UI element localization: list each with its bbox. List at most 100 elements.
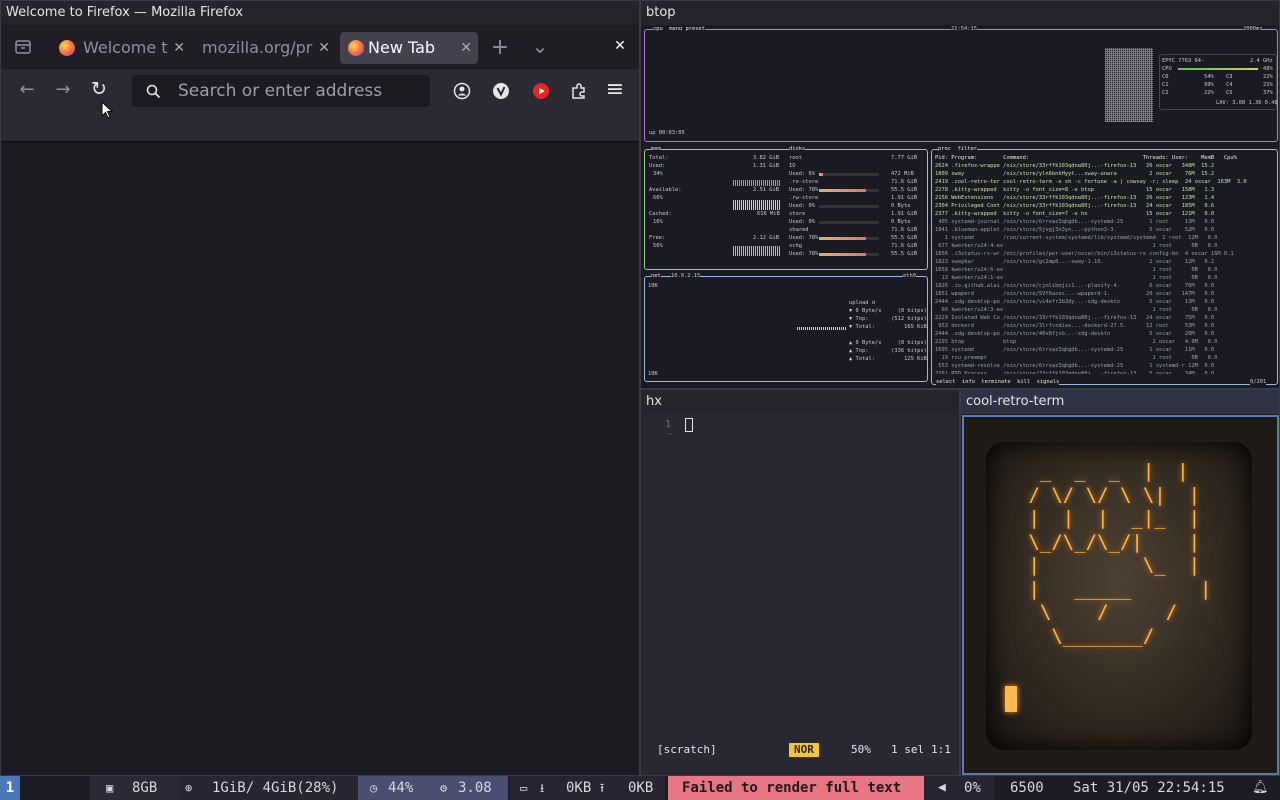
refresh-rate: 2000ms (1243, 25, 1263, 33)
cool-retro-term-window: cool-retro-term _ _ _ | | / \/ \/ \ \| |… (960, 389, 1280, 776)
cpu-box: cpu menu preset 22:54:15 2000ms EPYC 776… (644, 25, 1278, 142)
disk-size: 1.91 GiB (891, 211, 917, 217)
ram-icon: ▣ (106, 781, 114, 795)
process-row[interactable]: 1058 kworker/u24:6-ev 1 root 0B 0.0 (935, 266, 1217, 274)
status-bar: 1 ▣ 8GB ⊕ 1GiB/ 4GiB(28%) ◷ 44% ⚙ 3.08 ▭… (0, 776, 1280, 800)
upload-value: 0KB (628, 780, 654, 796)
process-row[interactable]: 13 kworker/u24:1-ev 1 root 0B 0.0 (935, 274, 1217, 282)
net-stat: ▲ Top: (336 bitps) (849, 348, 927, 354)
text-cursor[interactable] (685, 418, 693, 432)
process-row[interactable]: 2419 .cool-retro-ter cool-retro-term -e … (935, 178, 1247, 186)
process-row[interactable]: 2156 WebExtensions /nix/store/33rffk103q… (935, 194, 1214, 202)
workspace-1-button[interactable]: 1 (0, 776, 20, 800)
cpu-value: 44% (388, 780, 414, 796)
process-row[interactable]: 2278 .kitty-wrapped kitty -o font_size=8… (935, 186, 1214, 194)
core-label: C0 (1162, 74, 1169, 80)
firefox-window: Welcome to Firefox — Mozilla Firefox Wel… (0, 0, 640, 776)
mem-label: Free: (649, 235, 666, 241)
window-title: btop (641, 1, 1279, 25)
process-row[interactable]: 2444 .xdg-desktop-po /nix/store/40v8fjvb… (935, 330, 1214, 338)
process-row[interactable]: 1856 .i3status-rs-wr /etc/profiles/per-u… (935, 250, 1234, 258)
process-row[interactable]: 2229 Isolated Web Co /nix/store/33rffk10… (935, 314, 1214, 322)
process-row[interactable]: 1851 wpaperd /nix/store/5Vf6asoc...-wpap… (935, 290, 1214, 298)
process-row[interactable]: 2444 .xdg-desktop-po /nix/store/vi4efr3b… (935, 298, 1214, 306)
cpu-row-pct: 48% (1263, 66, 1273, 72)
menu-button[interactable]: ≡ (604, 77, 626, 102)
net-interface: eth0 (903, 272, 916, 280)
process-row[interactable]: 553 systemd-resolve /nix/store/6rrvaz3qb… (935, 362, 1214, 370)
extensions-puzzle-icon[interactable] (570, 82, 588, 100)
net-box: net 10.0.2.15 eth0 10K 10K upload d ▼ 0 B… (644, 272, 928, 382)
new-tab-button[interactable]: + (489, 35, 511, 60)
net-stat: ▼ Total: 165 KiB (849, 324, 927, 330)
notification-bell-icon[interactable]: 🔔︎ (1252, 776, 1272, 800)
disk-name: shared (789, 227, 809, 233)
back-button[interactable]: ← (16, 79, 38, 100)
cpu-model: EPYC 7763 64- (1162, 58, 1205, 64)
firefox-view-icon[interactable] (13, 37, 33, 57)
process-row[interactable]: 677 kworker/u24:4-ev 1 root 0B 0.0 (935, 242, 1217, 250)
mem-label: Total: (649, 155, 669, 161)
close-tab-icon[interactable]: ✕ (460, 32, 472, 64)
datetime: Sat 31/05 22:54:15 (1073, 780, 1225, 796)
empty-line-marker: ~ (667, 429, 674, 440)
volume-module[interactable]: ◀ 0% (924, 776, 994, 800)
reload-button[interactable]: ↻ (88, 78, 110, 100)
process-row[interactable]: 2161 RDD Process /nix/store/33rffk103qdn… (935, 370, 1214, 374)
youtube-icon[interactable] (532, 82, 550, 100)
tab-welcome[interactable]: Welcome t ✕ (51, 32, 191, 64)
process-row[interactable]: 1695 systemd /nix/store/6rrvaz3qbgdb...-… (935, 346, 1214, 354)
mem-box: mem disks Total: 3.82 GiB Used: 1.31 GiB… (644, 145, 928, 270)
list-all-tabs-button[interactable]: ⌄ (529, 34, 551, 58)
process-row[interactable]: 1841 .blueman-applet /nix/store/5jvgj3n3… (935, 226, 1214, 234)
close-tab-icon[interactable]: ✕ (173, 32, 185, 64)
url-bar[interactable] (132, 75, 430, 107)
gear-icon: ⚙ (440, 781, 448, 795)
process-row[interactable]: 2304 Privileged Cont /nix/store/33rffk10… (935, 202, 1214, 210)
process-row[interactable]: 2377 .kitty-wrapped kitty -o font_size=7… (935, 210, 1214, 218)
process-row[interactable]: 1826 .io.github.alai /nix/store/cjmlibmj… (935, 282, 1214, 290)
proc-footer[interactable]: select info terminate kill signals (936, 378, 1060, 386)
selection-count: 1 sel (891, 743, 925, 756)
process-row[interactable]: 60 kworker/u24:3-ev 1 root 0B 0.0 (935, 306, 1217, 314)
tab-mozilla[interactable]: mozilla.org/pr ✕ (196, 32, 336, 64)
page-content[interactable] (1, 142, 639, 775)
tab-label: Welcome t (83, 38, 168, 57)
terminal-output: _ _ _ | | / \/ \/ \ \| | | | | _|_ | \_/… (1028, 460, 1212, 647)
process-row[interactable]: 1 systemd /run/current-system/systemd/li… (935, 234, 1218, 242)
tab-label: New Tab (368, 38, 436, 57)
search-input[interactable] (178, 75, 418, 107)
net-scale-top: 10K (648, 283, 658, 289)
extension-v-icon[interactable] (492, 82, 510, 100)
close-tab-icon[interactable]: ✕ (318, 32, 330, 64)
mem-pct: 56% (653, 243, 663, 249)
proc-table: Pid: Program: Command: Threads: User: Me… (935, 154, 1274, 374)
process-row[interactable]: 2624 .firefox-wrappe /nix/store/33rffk10… (935, 162, 1214, 170)
process-row[interactable]: 19 rcu_preempt 1 root 0B 0.0 (935, 354, 1217, 362)
disk-size: 71.6 GiB (891, 243, 917, 249)
close-window-button[interactable]: ✕ (609, 38, 631, 54)
process-row[interactable]: 1809 sway /nix/store/yln6bnkHyyt...sway-… (935, 170, 1214, 178)
account-icon[interactable] (453, 82, 471, 100)
proc-box: proc filter Pid: Program: Command: Threa… (931, 145, 1278, 386)
btop-window: btop cpu menu preset 22:54:15 2000ms EPY… (640, 0, 1280, 389)
disk-name: Used: 78% (789, 251, 819, 257)
mem-pct: 34% (653, 171, 663, 177)
process-row[interactable]: 2295 btop btop 2 oscar 4.9M 0.0 (935, 338, 1217, 346)
disk-size: 0 Byte (891, 219, 911, 225)
uptime: up 00:03:05 (649, 130, 685, 136)
process-row[interactable]: 953 dockerd /nix/store/3lrfvxdiax...-doc… (935, 322, 1214, 330)
window-title: Welcome to Firefox — Mozilla Firefox (1, 1, 639, 25)
disk-usage-bar (819, 205, 879, 208)
core-pct: 22% (1204, 90, 1214, 96)
process-row[interactable]: 1823 swaybar /nix/store/gc2mp8...-sway-1… (935, 258, 1214, 266)
process-row[interactable]: 405 systemd-journal /nix/store/6rrvaz3qb… (935, 218, 1214, 226)
net-stat: ▲ Total: 125 KiB (849, 356, 927, 362)
firefox-logo-icon (348, 40, 364, 56)
navigation-toolbar: ← → ↻ ≡ (1, 69, 639, 113)
forward-button[interactable]: → (52, 79, 74, 100)
load-value: 3.08 (458, 780, 492, 796)
load-average: LAV: 3.08 1.36 0.48 (1216, 100, 1278, 106)
tab-new-tab[interactable]: New Tab ✕ (340, 32, 478, 64)
search-icon (146, 84, 161, 99)
